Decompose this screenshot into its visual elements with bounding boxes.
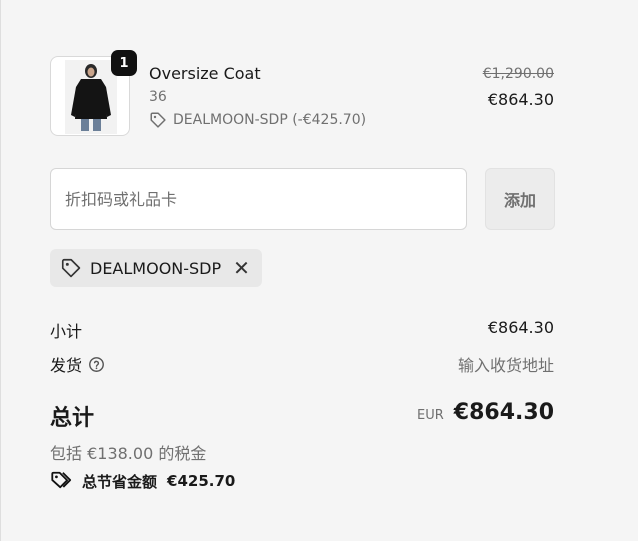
remove-discount-close-icon[interactable]: ✕	[233, 258, 250, 278]
product-discount-text: DEALMOON-SDP (-€425.70)	[173, 112, 367, 128]
tag-icon	[61, 258, 81, 278]
total-value: €864.30	[453, 400, 554, 425]
product-variant: 36	[149, 89, 167, 105]
product-name: Oversize Coat	[149, 64, 261, 83]
original-price: €1,290.00	[482, 66, 554, 82]
tax-note: 包括 €138.00 的税金	[50, 444, 207, 463]
shipping-row: 发货	[50, 352, 105, 376]
savings-value: €425.70	[167, 472, 236, 490]
discount-code-input[interactable]	[50, 168, 467, 230]
subtotal-label: 小计	[50, 322, 83, 341]
help-circle-icon[interactable]	[88, 356, 105, 373]
quantity-badge: 1	[111, 50, 137, 76]
shipping-value: 输入收货地址	[457, 356, 554, 375]
tags-icon	[51, 471, 72, 489]
product-discount: DEALMOON-SDP (-€425.70)	[149, 111, 366, 129]
applied-discount-chip: DEALMOON-SDP ✕	[50, 249, 262, 287]
savings-label: 总节省金额	[82, 472, 158, 491]
item-price: €864.30	[487, 90, 554, 109]
total-amount: EUR €864.30	[417, 400, 554, 425]
total-savings: 总节省金额 €425.70	[50, 470, 235, 492]
total-label: 总计	[50, 406, 95, 431]
shipping-label: 发货	[50, 356, 83, 375]
apply-discount-button[interactable]: 添加	[485, 168, 555, 230]
applied-discount-code: DEALMOON-SDP	[90, 258, 222, 278]
subtotal-value: €864.30	[487, 318, 554, 337]
currency-code: EUR	[417, 408, 444, 423]
tag-icon	[150, 112, 166, 128]
